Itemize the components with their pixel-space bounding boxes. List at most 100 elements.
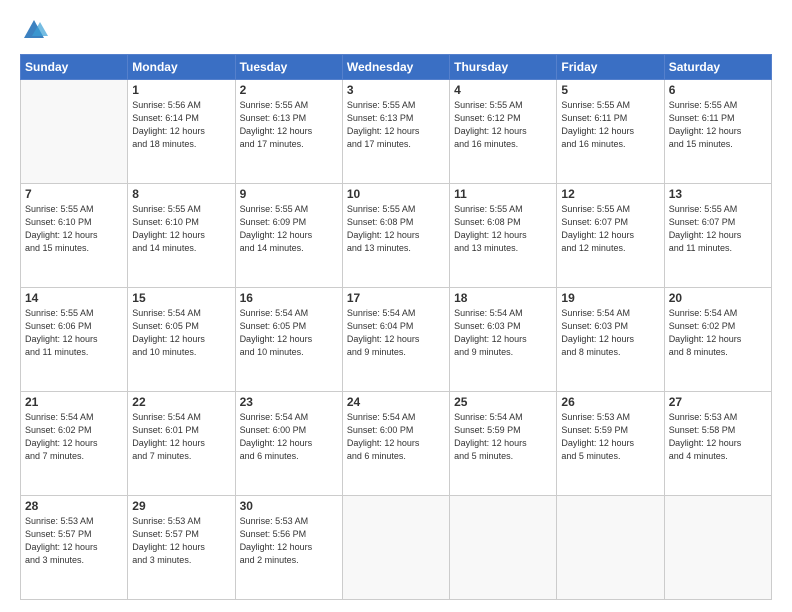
day-number: 29 — [132, 499, 230, 513]
day-number: 25 — [454, 395, 552, 409]
calendar-cell: 8 Sunrise: 5:55 AM Sunset: 6:10 PM Daylig… — [128, 184, 235, 288]
calendar-cell: 19 Sunrise: 5:54 AM Sunset: 6:03 PM Dayli… — [557, 288, 664, 392]
calendar-cell: 7 Sunrise: 5:55 AM Sunset: 6:10 PM Daylig… — [21, 184, 128, 288]
calendar-cell: 30 Sunrise: 5:53 AM Sunset: 5:56 PM Dayli… — [235, 496, 342, 600]
day-number: 4 — [454, 83, 552, 97]
day-number: 16 — [240, 291, 338, 305]
weekday-header-thursday: Thursday — [450, 55, 557, 80]
calendar-cell: 29 Sunrise: 5:53 AM Sunset: 5:57 PM Dayli… — [128, 496, 235, 600]
day-info: Sunrise: 5:55 AM Sunset: 6:11 PM Dayligh… — [561, 99, 659, 151]
day-info: Sunrise: 5:53 AM Sunset: 5:57 PM Dayligh… — [132, 515, 230, 567]
calendar-cell: 12Sunrise: 5:55 AM Sunset: 6:07 PM Dayli… — [557, 184, 664, 288]
weekday-header-row: SundayMondayTuesdayWednesdayThursdayFrid… — [21, 55, 772, 80]
calendar-cell: 13 Sunrise: 5:55 AM Sunset: 6:07 PM Dayli… — [664, 184, 771, 288]
day-info: Sunrise: 5:54 AM Sunset: 6:04 PM Dayligh… — [347, 307, 445, 359]
logo — [20, 16, 52, 44]
calendar-cell: 28Sunrise: 5:53 AM Sunset: 5:57 PM Dayli… — [21, 496, 128, 600]
day-number: 26 — [561, 395, 659, 409]
day-number: 27 — [669, 395, 767, 409]
calendar-cell — [342, 496, 449, 600]
day-info: Sunrise: 5:54 AM Sunset: 6:05 PM Dayligh… — [240, 307, 338, 359]
day-info: Sunrise: 5:55 AM Sunset: 6:12 PM Dayligh… — [454, 99, 552, 151]
day-info: Sunrise: 5:53 AM Sunset: 5:56 PM Dayligh… — [240, 515, 338, 567]
calendar-week-1: 1 Sunrise: 5:56 AM Sunset: 6:14 PM Daylig… — [21, 80, 772, 184]
weekday-header-tuesday: Tuesday — [235, 55, 342, 80]
calendar-cell: 17 Sunrise: 5:54 AM Sunset: 6:04 PM Dayli… — [342, 288, 449, 392]
day-info: Sunrise: 5:55 AM Sunset: 6:09 PM Dayligh… — [240, 203, 338, 255]
day-number: 18 — [454, 291, 552, 305]
day-info: Sunrise: 5:54 AM Sunset: 6:00 PM Dayligh… — [347, 411, 445, 463]
calendar-cell: 26Sunrise: 5:53 AM Sunset: 5:59 PM Dayli… — [557, 392, 664, 496]
day-number: 1 — [132, 83, 230, 97]
day-number: 21 — [25, 395, 123, 409]
weekday-header-saturday: Saturday — [664, 55, 771, 80]
calendar-cell: 27 Sunrise: 5:53 AM Sunset: 5:58 PM Dayli… — [664, 392, 771, 496]
day-number: 9 — [240, 187, 338, 201]
day-number: 5 — [561, 83, 659, 97]
day-number: 17 — [347, 291, 445, 305]
day-info: Sunrise: 5:54 AM Sunset: 6:03 PM Dayligh… — [561, 307, 659, 359]
page: SundayMondayTuesdayWednesdayThursdayFrid… — [0, 0, 792, 612]
day-info: Sunrise: 5:55 AM Sunset: 6:07 PM Dayligh… — [561, 203, 659, 255]
day-number: 2 — [240, 83, 338, 97]
weekday-header-sunday: Sunday — [21, 55, 128, 80]
calendar-cell: 21 Sunrise: 5:54 AM Sunset: 6:02 PM Dayli… — [21, 392, 128, 496]
day-number: 30 — [240, 499, 338, 513]
day-info: Sunrise: 5:55 AM Sunset: 6:11 PM Dayligh… — [669, 99, 767, 151]
calendar-week-2: 7 Sunrise: 5:55 AM Sunset: 6:10 PM Daylig… — [21, 184, 772, 288]
day-number: 13 — [669, 187, 767, 201]
day-number: 22 — [132, 395, 230, 409]
calendar-cell: 20 Sunrise: 5:54 AM Sunset: 6:02 PM Dayli… — [664, 288, 771, 392]
calendar-table: SundayMondayTuesdayWednesdayThursdayFrid… — [20, 54, 772, 600]
weekday-header-friday: Friday — [557, 55, 664, 80]
day-info: Sunrise: 5:53 AM Sunset: 5:58 PM Dayligh… — [669, 411, 767, 463]
calendar-cell: 6 Sunrise: 5:55 AM Sunset: 6:11 PM Daylig… — [664, 80, 771, 184]
day-number: 20 — [669, 291, 767, 305]
logo-icon — [20, 16, 48, 44]
calendar-week-3: 14 Sunrise: 5:55 AM Sunset: 6:06 PM Dayli… — [21, 288, 772, 392]
day-info: Sunrise: 5:54 AM Sunset: 6:00 PM Dayligh… — [240, 411, 338, 463]
calendar-cell: 14 Sunrise: 5:55 AM Sunset: 6:06 PM Dayli… — [21, 288, 128, 392]
calendar-cell: 16 Sunrise: 5:54 AM Sunset: 6:05 PM Dayli… — [235, 288, 342, 392]
calendar-cell: 3Sunrise: 5:55 AM Sunset: 6:13 PM Daylig… — [342, 80, 449, 184]
calendar-cell: 18 Sunrise: 5:54 AM Sunset: 6:03 PM Dayli… — [450, 288, 557, 392]
calendar-cell: 2 Sunrise: 5:55 AM Sunset: 6:13 PM Daylig… — [235, 80, 342, 184]
calendar-cell — [450, 496, 557, 600]
day-info: Sunrise: 5:55 AM Sunset: 6:13 PM Dayligh… — [240, 99, 338, 151]
day-number: 19 — [561, 291, 659, 305]
day-number: 11 — [454, 187, 552, 201]
calendar-cell: 11Sunrise: 5:55 AM Sunset: 6:08 PM Dayli… — [450, 184, 557, 288]
day-info: Sunrise: 5:55 AM Sunset: 6:07 PM Dayligh… — [669, 203, 767, 255]
weekday-header-monday: Monday — [128, 55, 235, 80]
calendar-week-5: 28 Sunrise: 5:53 AM Sunset: 5:57 PM Dayli… — [21, 496, 772, 600]
day-info: Sunrise: 5:55 AM Sunset: 6:08 PM Dayligh… — [347, 203, 445, 255]
calendar-cell: 24 Sunrise: 5:54 AM Sunset: 6:00 PM Dayli… — [342, 392, 449, 496]
day-info: Sunrise: 5:54 AM Sunset: 6:02 PM Dayligh… — [25, 411, 123, 463]
day-info: Sunrise: 5:55 AM Sunset: 6:13 PM Dayligh… — [347, 99, 445, 151]
calendar-cell: 5 Sunrise: 5:55 AM Sunset: 6:11 PM Daylig… — [557, 80, 664, 184]
calendar-cell: 4 Sunrise: 5:55 AM Sunset: 6:12 PM Daylig… — [450, 80, 557, 184]
day-info: Sunrise: 5:54 AM Sunset: 6:03 PM Dayligh… — [454, 307, 552, 359]
calendar-cell: 22Sunrise: 5:54 AM Sunset: 6:01 PM Dayli… — [128, 392, 235, 496]
day-number: 8 — [132, 187, 230, 201]
day-number: 14 — [25, 291, 123, 305]
calendar-cell: 15Sunrise: 5:54 AM Sunset: 6:05 PM Dayli… — [128, 288, 235, 392]
day-number: 24 — [347, 395, 445, 409]
day-info: Sunrise: 5:55 AM Sunset: 6:06 PM Dayligh… — [25, 307, 123, 359]
day-info: Sunrise: 5:56 AM Sunset: 6:14 PM Dayligh… — [132, 99, 230, 151]
calendar-week-4: 21 Sunrise: 5:54 AM Sunset: 6:02 PM Dayli… — [21, 392, 772, 496]
calendar-cell — [664, 496, 771, 600]
day-number: 28 — [25, 499, 123, 513]
calendar-cell: 9 Sunrise: 5:55 AM Sunset: 6:09 PM Daylig… — [235, 184, 342, 288]
day-info: Sunrise: 5:54 AM Sunset: 6:02 PM Dayligh… — [669, 307, 767, 359]
day-number: 10 — [347, 187, 445, 201]
day-info: Sunrise: 5:55 AM Sunset: 6:10 PM Dayligh… — [132, 203, 230, 255]
day-number: 6 — [669, 83, 767, 97]
header — [20, 16, 772, 44]
day-number: 7 — [25, 187, 123, 201]
calendar-cell: 25Sunrise: 5:54 AM Sunset: 5:59 PM Dayli… — [450, 392, 557, 496]
day-info: Sunrise: 5:55 AM Sunset: 6:10 PM Dayligh… — [25, 203, 123, 255]
calendar-cell: 1 Sunrise: 5:56 AM Sunset: 6:14 PM Daylig… — [128, 80, 235, 184]
calendar-cell: 23Sunrise: 5:54 AM Sunset: 6:00 PM Dayli… — [235, 392, 342, 496]
calendar-cell — [557, 496, 664, 600]
